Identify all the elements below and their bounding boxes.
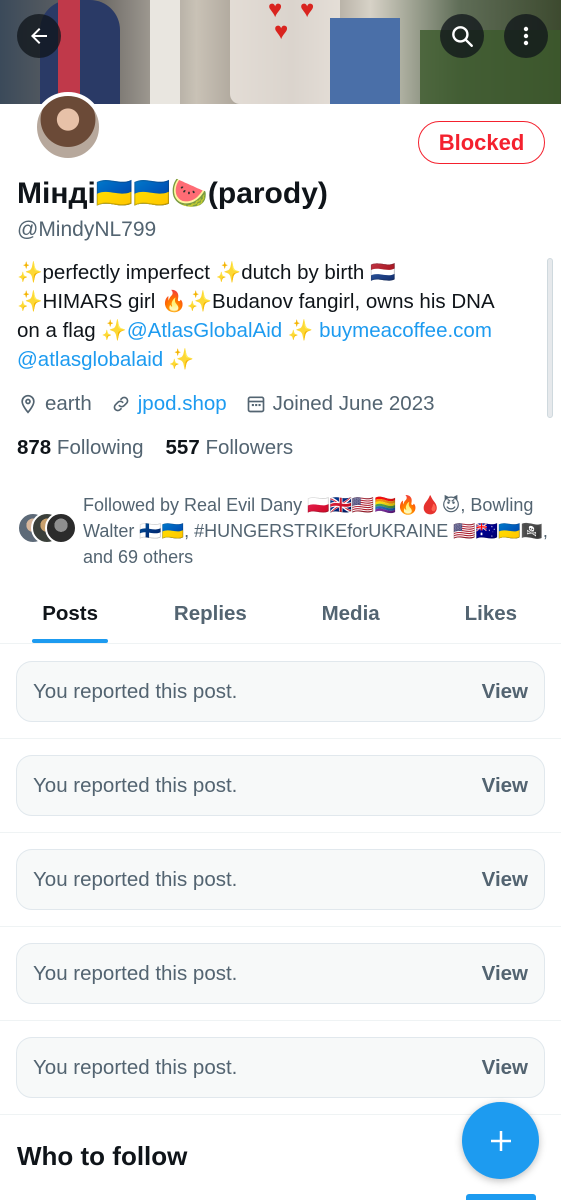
bio-scrollbar[interactable]	[547, 258, 553, 418]
avatar[interactable]	[33, 92, 103, 162]
bio-line: ✨perfectly imperfect ✨dutch by birth 🇳🇱	[17, 261, 396, 284]
profile-meta: earth jpod.shop Joined June 2023	[17, 392, 453, 416]
joined-date: Joined June 2023	[245, 392, 435, 416]
reported-message: You reported this post.	[33, 773, 238, 797]
avatar	[45, 512, 77, 544]
location: earth	[17, 392, 92, 416]
followed-by-text: Followed by Real Evil Dany 🇵🇱🇬🇧🇺🇸🏳️‍🌈🔥🩸😈…	[83, 495, 548, 567]
follow-button-peek[interactable]	[466, 1194, 536, 1200]
bio: ✨perfectly imperfect ✨dutch by birth 🇳🇱 …	[17, 258, 547, 374]
joined-text: Joined June 2023	[272, 392, 435, 415]
calendar-icon	[245, 393, 267, 415]
following-count: 878	[17, 436, 52, 459]
view-button[interactable]: View	[482, 774, 528, 798]
followers-label: Followers	[205, 436, 294, 459]
who-to-follow-heading: Who to follow	[17, 1141, 188, 1171]
more-vertical-icon	[523, 26, 529, 46]
bio-text: ✨	[282, 319, 320, 342]
compose-button[interactable]	[462, 1102, 539, 1179]
followed-by[interactable]: Followed by Real Evil Dany 🇵🇱🇬🇧🇺🇸🏳️‍🌈🔥🩸😈…	[17, 492, 557, 570]
heart-icon: ♥	[274, 18, 289, 45]
following-link[interactable]: 878 Following	[17, 436, 144, 459]
website[interactable]: jpod.shop	[110, 392, 227, 416]
bio-line: on a flag ✨@AtlasGlobalAid ✨ buymeacoffe…	[17, 316, 547, 345]
mention-link[interactable]: @AtlasGlobalAid	[127, 319, 282, 342]
reported-message: You reported this post.	[33, 679, 238, 703]
reported-message: You reported this post.	[33, 961, 238, 985]
follower-avatars	[17, 512, 83, 546]
followers-link[interactable]: 557 Followers	[166, 436, 294, 459]
list-item: You reported this post. View	[0, 1021, 561, 1115]
search-button[interactable]	[440, 14, 484, 58]
handle: @MindyNL799	[17, 218, 157, 241]
location-pin-icon	[17, 393, 39, 415]
bio-line: ✨HIMARS girl 🔥✨Budanov fangirl, owns his…	[17, 290, 495, 313]
list-item: You reported this post. View	[0, 739, 561, 833]
profile-tabs: Posts Replies Media Likes	[0, 592, 561, 644]
banner-shelf	[230, 0, 340, 104]
banner-sign	[330, 18, 400, 104]
tab-media[interactable]: Media	[281, 592, 421, 643]
reported-message: You reported this post.	[33, 867, 238, 891]
banner-tie	[58, 0, 80, 104]
website-link[interactable]: jpod.shop	[138, 392, 227, 416]
reported-post-card: You reported this post. View	[16, 755, 545, 816]
follow-stats: 878 Following 557 Followers	[17, 436, 293, 460]
view-button[interactable]: View	[482, 962, 528, 986]
following-label: Following	[56, 436, 144, 459]
reported-message: You reported this post.	[33, 1055, 238, 1079]
banner-column	[150, 0, 180, 104]
bio-text: on a flag ✨	[17, 319, 127, 342]
blocked-button[interactable]: Blocked	[418, 121, 545, 164]
bio-line: @atlasglobalaid ✨	[17, 345, 547, 374]
tab-replies[interactable]: Replies	[140, 592, 280, 643]
tab-posts[interactable]: Posts	[0, 592, 140, 643]
reported-post-card: You reported this post. View	[16, 943, 545, 1004]
display-name: Мінді🇺🇦🇺🇦🍉(parody)	[17, 177, 328, 210]
bio-text: ✨	[163, 348, 195, 371]
reported-post-card: You reported this post. View	[16, 661, 545, 722]
reported-post-card: You reported this post. View	[16, 1037, 545, 1098]
back-arrow-icon	[31, 28, 47, 44]
tab-likes[interactable]: Likes	[421, 592, 561, 643]
followers-count: 557	[165, 436, 200, 459]
view-button[interactable]: View	[482, 680, 528, 704]
heart-icon: ♥	[300, 0, 315, 23]
more-button[interactable]	[504, 14, 548, 58]
list-item: You reported this post. View	[0, 645, 561, 739]
view-button[interactable]: View	[482, 868, 528, 892]
link-icon	[110, 393, 132, 415]
view-button[interactable]: View	[482, 1056, 528, 1080]
search-icon	[452, 26, 473, 47]
list-item: You reported this post. View	[0, 927, 561, 1021]
mention-link[interactable]: @atlasglobalaid	[17, 348, 163, 371]
location-text: earth	[45, 392, 92, 415]
reported-post-card: You reported this post. View	[16, 849, 545, 910]
url-link[interactable]: buymeacoffee.com	[319, 319, 492, 342]
list-item: You reported this post. View	[0, 833, 561, 927]
plus-icon	[490, 1130, 511, 1151]
back-button[interactable]	[17, 14, 61, 58]
